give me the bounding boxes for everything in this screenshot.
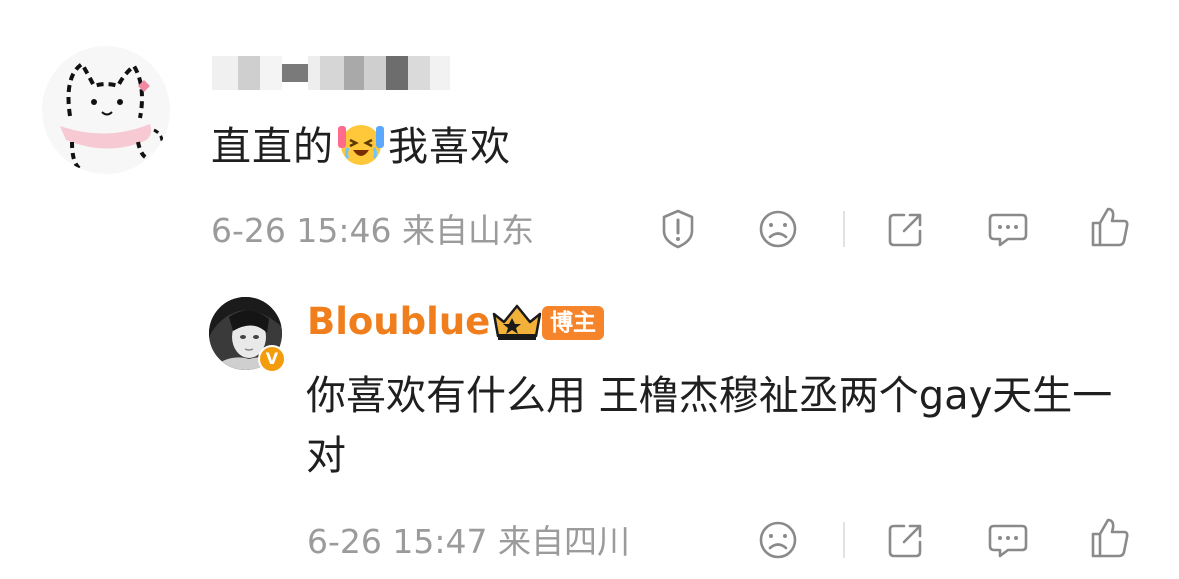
reply-meta: 6-26 15:47 来自四川 (307, 519, 630, 565)
share-button[interactable] (883, 206, 929, 252)
reply-share-button[interactable] (883, 517, 929, 563)
reply-like-button[interactable] (1087, 515, 1133, 561)
like-button[interactable] (1087, 204, 1133, 250)
laughing-tears-emoji-icon (336, 118, 386, 168)
comment-meta: 6-26 15:46 来自山东 (211, 208, 534, 254)
reply-time: 6-26 15:47 (307, 522, 488, 561)
cat-drawing-icon (60, 61, 164, 172)
author-badge: 博主 (542, 306, 604, 340)
reply-comment-button[interactable] (985, 517, 1031, 563)
action-divider (843, 522, 845, 558)
commenter-name-blurred[interactable] (212, 56, 450, 90)
action-divider (843, 211, 845, 247)
dislike-icon (759, 210, 797, 248)
replier-name[interactable]: Bloublue (307, 296, 490, 348)
comment-time: 6-26 15:46 (211, 211, 392, 250)
commenter-avatar[interactable] (42, 46, 170, 174)
verified-badge-icon: V (258, 345, 286, 373)
reply-text: 你喜欢有什么用 王橹杰穆祉丞两个gay天生一对 (306, 373, 1113, 479)
like-icon (1091, 207, 1129, 247)
reply-location: 来自四川 (498, 522, 630, 561)
reply-dislike-button[interactable] (755, 517, 801, 563)
share-icon (888, 524, 922, 558)
comment-text-part2: 我喜欢 (388, 124, 511, 170)
share-icon (888, 213, 922, 247)
crown-level-icon (490, 302, 544, 342)
dislike-icon (759, 521, 797, 559)
comment-icon (988, 213, 1028, 247)
comment-location: 来自山东 (402, 211, 534, 250)
dislike-button[interactable] (755, 206, 801, 252)
comment-icon (988, 524, 1028, 558)
comment-text-part1: 直直的 (211, 124, 334, 170)
like-icon (1091, 518, 1129, 558)
report-button[interactable] (655, 206, 701, 252)
comment-text: 直直的 我喜欢 (211, 118, 511, 175)
report-icon (662, 209, 694, 249)
comment-button[interactable] (985, 206, 1031, 252)
